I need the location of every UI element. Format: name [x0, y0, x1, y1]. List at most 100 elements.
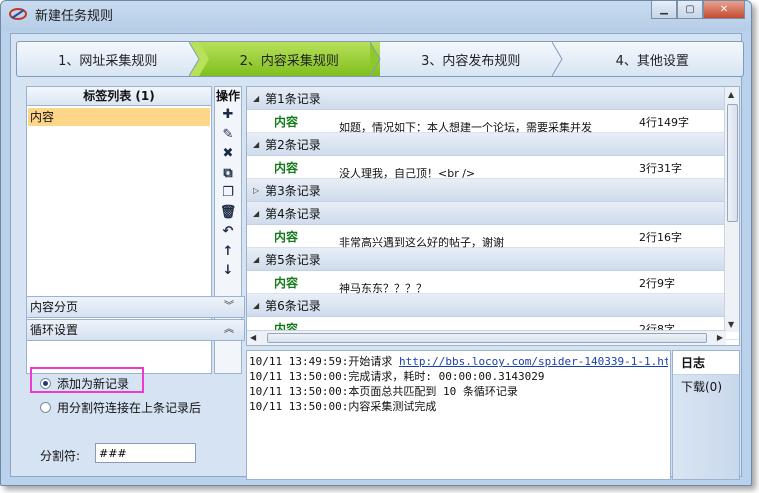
record-row[interactable]: 内容非常高兴遇到这么好的帖子，谢谢 2行16字 [247, 225, 739, 248]
step-label: 1、网址采集规则 [58, 53, 158, 69]
radio-new-record[interactable]: 添加为新记录 [40, 375, 129, 392]
record-title: 第5条记录 [265, 252, 321, 267]
step-label: 2、内容采集规则 [239, 53, 339, 69]
record-header[interactable]: ◢ 第6条记录 [247, 294, 739, 317]
expanded-triangle-icon[interactable]: ◢ [253, 140, 259, 149]
tab-download[interactable]: 下载(0) [673, 375, 739, 399]
record-header[interactable]: ◢ 第1条记录 [247, 87, 739, 110]
record-row[interactable]: 内容没人理我，自己顶！<br /> 3行31字 [247, 156, 739, 179]
step-publish-rules[interactable]: 3、内容发布规则 [380, 42, 563, 76]
copy-icon[interactable]: ⧉ [215, 164, 241, 184]
left-panel: 标签列表 (1) 内容 操作 ✚ ✎ ✖ ⧉ ❐ 🗑 ↶ ↑ ↓ 内容分页 ︾ … [26, 86, 245, 479]
expanded-triangle-icon[interactable]: ◢ [253, 209, 259, 218]
paste-icon[interactable]: ❐ [215, 183, 241, 203]
record-title: 第2条记录 [265, 137, 321, 152]
expanded-triangle-icon[interactable]: ◢ [253, 255, 259, 264]
app-logo-icon [9, 8, 27, 20]
horizontal-scrollbar[interactable]: ◀ ▶ [247, 330, 726, 345]
section-label: 循环设置 [30, 323, 79, 337]
ops-header: 操作 [215, 89, 240, 103]
maximize-button[interactable]: ▢ [677, 1, 703, 19]
scrollbar-thumb[interactable] [727, 104, 738, 222]
log-line: 10/11 13:49:59:开始请求 http://bbs.locoy.com… [249, 354, 668, 369]
log-url-link[interactable]: http://bbs.locoy.com/spider-140339-1-1.h… [399, 355, 668, 368]
plus-icon[interactable]: ✚ [215, 105, 241, 125]
chevron-double-down-icon: ︾ [224, 301, 234, 312]
trash-icon[interactable]: 🗑 [215, 203, 241, 223]
record-title: 第6条记录 [265, 298, 321, 313]
log-tabs: 日志 下载(0) [672, 350, 740, 480]
log-text: 10/11 13:50:00:内容采集测试完成 [249, 400, 437, 413]
radio-button[interactable] [40, 378, 51, 389]
tag-item-content[interactable]: 内容 [28, 108, 210, 126]
records-list: ◢ 第1条记录 内容 如题，情况如下：本人想建一个论坛，需要采集并发 4行149字 ◢ 第2… [247, 87, 739, 340]
records-panel: ◢ 第1条记录 内容 如题，情况如下：本人想建一个论坛，需要采集并发 4行149字 ◢ 第2… [246, 86, 740, 346]
record-header[interactable]: ◢ 第2条记录 [247, 133, 739, 156]
step-content-rules[interactable]: 2、内容采集规则 [198, 42, 381, 76]
loop-settings-section[interactable]: 循环设置 ︽ [26, 319, 245, 341]
separator-label: 分割符: [40, 449, 81, 463]
step-url-rules[interactable]: 1、网址采集规则 [17, 42, 209, 76]
up-arrow-icon[interactable]: ↑ [215, 242, 241, 262]
expanded-triangle-icon[interactable]: ◢ [253, 94, 259, 103]
delete-icon[interactable]: ✖ [215, 144, 241, 164]
step-label: 3、内容发布规则 [421, 53, 521, 69]
window-title: 新建任务规则 [35, 9, 114, 24]
chevron-right-icon [551, 42, 563, 76]
log-panel: 10/11 13:49:59:开始请求 http://bbs.locoy.com… [246, 350, 671, 480]
step-label: 4、其他设置 [615, 53, 689, 69]
edit-icon[interactable]: ✎ [215, 125, 241, 145]
record-row[interactable]: 内容如题，情况如下：本人想建一个论坛，需要采集并发 4行149字 [247, 110, 739, 133]
content-paging-section[interactable]: 内容分页 ︾ [26, 296, 245, 318]
radio-label: 添加为新记录 [57, 377, 130, 391]
record-count: 2行16字 [639, 231, 682, 244]
record-content-text: 神马东东？？？？ [339, 283, 427, 294]
record-title: 第1条记录 [265, 91, 321, 106]
scroll-right-icon[interactable]: ▶ [717, 333, 723, 342]
close-button[interactable]: ✕ [703, 1, 745, 19]
scroll-up-icon[interactable]: ▲ [728, 90, 734, 99]
minimize-button[interactable]: ▁ [651, 1, 677, 19]
record-count: 3行31字 [639, 162, 682, 175]
record-title: 第3条记录 [265, 183, 321, 198]
record-content-text: 非常高兴遇到这么好的帖子，谢谢 [339, 237, 504, 248]
chevron-right-icon [188, 42, 209, 76]
scrollbar-thumb[interactable] [267, 333, 707, 343]
chevron-right-icon [370, 42, 381, 76]
record-title: 第4条记录 [265, 206, 321, 221]
record-header[interactable]: ◢ 第5条记录 [247, 248, 739, 271]
chevron-double-up-icon: ︽ [224, 324, 234, 335]
record-count: 2行9字 [639, 277, 675, 290]
record-row[interactable]: 内容神马东东？？？？ 2行9字 [247, 271, 739, 294]
down-arrow-icon[interactable]: ↓ [215, 261, 241, 281]
log-line: 10/11 13:50:00:完成请求，耗时: 00:00:00.3143029 [249, 369, 668, 384]
expanded-triangle-icon[interactable]: ◢ [253, 301, 259, 310]
record-header[interactable]: ◢ 第4条记录 [247, 202, 739, 225]
radio-button[interactable] [40, 402, 51, 413]
tab-log[interactable]: 日志 [673, 351, 739, 375]
collapsed-triangle-icon[interactable]: ▷ [253, 186, 259, 195]
vertical-scrollbar[interactable]: ▲ ▼ [724, 87, 739, 332]
step-wizard: 1、网址采集规则 2、内容采集规则 3、内容发布规则 4、其他设置 [16, 41, 744, 77]
record-content-text: 如题，情况如下：本人想建一个论坛，需要采集并发 [339, 122, 592, 133]
undo-icon[interactable]: ↶ [215, 222, 241, 242]
record-count: 4行149字 [639, 116, 689, 129]
section-label: 内容分页 [30, 300, 79, 314]
record-content-text: 没人理我，自己顶！<br /> [339, 168, 476, 179]
step-other-settings[interactable]: 4、其他设置 [562, 42, 744, 76]
log-text: 10/11 13:50:00:完成请求，耗时: 00:00:00.3143029 [249, 370, 545, 383]
separator-input[interactable] [95, 443, 196, 463]
radio-append[interactable]: 用分割符连接在上条记录后 [40, 399, 201, 416]
radio-label: 用分割符连接在上条记录后 [57, 401, 202, 415]
record-field-label: 内容 [274, 161, 299, 175]
record-field-label: 内容 [274, 230, 299, 244]
record-field-label: 内容 [274, 276, 299, 290]
log-text: 10/11 13:49:59:开始请求 [249, 355, 399, 368]
record-header[interactable]: ▷ 第3条记录 [247, 179, 739, 202]
log-text: 10/11 13:50:00:本页面总共匹配到 10 条循环记录 [249, 385, 518, 398]
log-line: 10/11 13:50:00:内容采集测试完成 [249, 399, 668, 414]
record-field-label: 内容 [274, 115, 299, 129]
scroll-down-icon[interactable]: ▼ [728, 320, 734, 329]
scroll-left-icon[interactable]: ◀ [250, 333, 256, 342]
title-bar: 新建任务规则 ▁ ▢ ✕ [1, 1, 751, 31]
